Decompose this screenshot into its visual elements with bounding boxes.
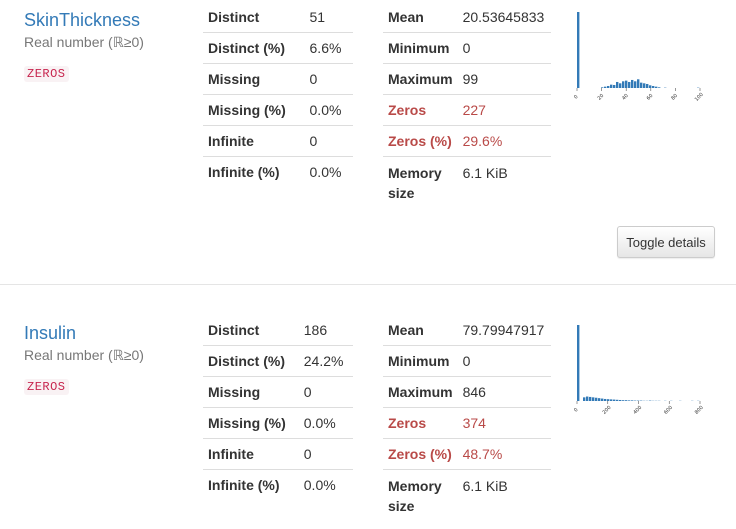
histogram-bar [625,80,628,88]
stat-row: Distinct (%) 24.2% [203,345,353,377]
histogram-bar [628,400,631,401]
stat-row: Memory size 6.1 KiB [388,478,508,514]
variable-name[interactable]: SkinThickness [24,10,140,31]
mini-histogram[interactable]: 0 200 400 600 800 [574,321,710,421]
stat-row: Missing 0 [203,63,353,95]
variable-insulin: Insulin Real number (ℝ≥0) ZEROS Distinct… [0,313,736,529]
stats-table-left: Distinct 186 Distinct (%) 24.2% Missing 0 M… [203,315,353,500]
histogram-bar [631,400,634,401]
variable-type: Real number (ℝ≥0) [24,34,144,50]
stat-row: Missing (%) 0.0% [203,407,353,439]
histogram-bar [619,399,622,401]
stat-row-alert: Zeros 227 [383,94,551,126]
histogram-tick-label: 60 [646,93,655,102]
histogram-tick-label: 0 [574,94,580,100]
histogram-tick-label: 0 [574,407,580,413]
histogram-bar [643,83,646,88]
histogram-bar [622,400,625,401]
stat-row: Minimum 0 [383,32,551,64]
histogram-bar [604,398,607,401]
histogram-bar [601,398,604,401]
stat-row: Distinct 186 [203,315,353,346]
histogram-tick-label: 100 [694,92,705,103]
histogram-tick-label: 600 [663,405,674,416]
stat-row: Maximum 99 [383,63,551,95]
stat-row: Infinite (%) 0.0% [208,164,342,180]
histogram-tick-label: 40 [621,93,630,102]
histogram-bar [658,87,661,88]
zeros-badge: ZEROS [24,379,69,395]
stats-table-right: Mean 79.79947917 Minimum 0 Maximum 846 Zero… [383,315,551,516]
histogram-bar [613,84,616,88]
histogram-bar [631,79,634,88]
histogram-bar [604,86,607,88]
stat-row: Maximum 846 [383,376,551,408]
variable-skinthickness: SkinThickness Real number (ℝ≥0) ZEROS Di… [0,0,736,284]
stat-row: Memory size 6.1 KiB [388,165,508,201]
histogram-bar [640,82,643,88]
mini-histogram[interactable]: 0 20 40 60 80 100 [574,8,710,108]
histogram-bar [586,396,589,401]
stat-row: Mean 20.53645833 [383,2,551,33]
histogram-bar [625,400,628,401]
histogram-bar [634,81,637,88]
histogram-tick-label: 200 [602,405,613,416]
zeros-badge: ZEROS [24,66,69,82]
histogram-tick-label: 20 [597,93,606,102]
stat-row-alert: Zeros 374 [383,407,551,439]
histogram-bar [583,397,586,401]
histogram-bar [649,85,652,88]
histogram-bar [577,12,580,88]
histogram-bar [628,81,631,88]
histogram-bar [607,399,610,401]
stat-row-alert: Zeros (%) 29.6% [383,125,551,157]
histogram-bar [616,81,619,88]
histogram-bar [601,87,604,88]
stat-row: Infinite (%) 0.0% [208,477,336,493]
histogram-bar [577,325,580,401]
histogram-bar [589,396,592,401]
histogram-bar [607,85,610,88]
stat-row: Infinite 0 [203,125,353,157]
histogram-bar [610,84,613,88]
variable-name[interactable]: Insulin [24,323,76,344]
stat-row: Distinct (%) 6.6% [203,32,353,64]
histogram-bar [613,399,616,401]
stat-row: Missing 0 [203,376,353,408]
histogram-bar [637,79,640,88]
histogram-bar [598,398,601,401]
histogram-bar [655,86,658,88]
histogram-tick-label: 80 [670,93,679,102]
histogram-bar [652,85,655,88]
histogram-bar [646,83,649,88]
divider [0,284,736,285]
stat-row-alert: Zeros (%) 48.7% [383,438,551,470]
histogram-bar [622,81,625,88]
stats-table-left: Distinct 51 Distinct (%) 6.6% Missing 0 Mis… [203,2,353,187]
histogram-bar [619,83,622,88]
histogram-bar [610,399,613,401]
histogram-bar [592,397,595,401]
histogram-tick-label: 800 [694,405,705,416]
stat-row: Infinite 0 [203,438,353,470]
histogram-bar [616,399,619,401]
stat-row: Mean 79.79947917 [383,315,551,346]
stat-row: Missing (%) 0.0% [203,94,353,126]
histogram-tick-label: 400 [632,405,643,416]
histogram-bar [595,397,598,401]
toggle-details-button[interactable]: Toggle details [617,226,715,258]
stat-row: Distinct 51 [203,2,353,33]
variable-type: Real number (ℝ≥0) [24,347,144,363]
stats-table-right: Mean 20.53645833 Minimum 0 Maximum 99 Zeros… [383,2,551,203]
stat-row: Minimum 0 [383,345,551,377]
